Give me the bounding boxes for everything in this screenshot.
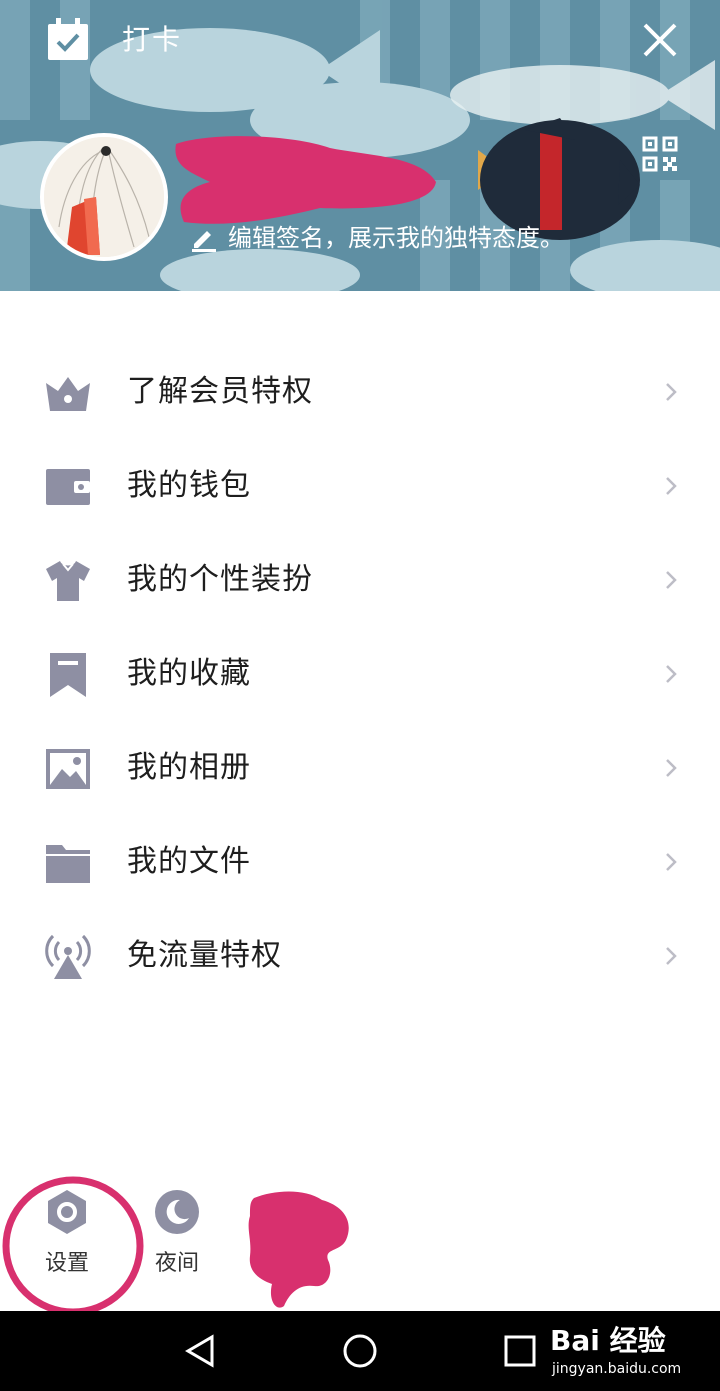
menu-item-label: 我的相册 xyxy=(127,750,251,785)
back-icon[interactable] xyxy=(182,1331,222,1371)
recents-icon[interactable] xyxy=(500,1331,540,1371)
chevron-right-icon xyxy=(666,759,677,777)
menu-item-personal-dressup[interactable]: 我的个性装扮 xyxy=(0,533,720,627)
watermark-subtitle: jingyan.baidu.com xyxy=(552,1361,682,1377)
image-icon xyxy=(46,749,90,789)
edit-pencil-icon xyxy=(192,231,216,252)
menu-item-label: 我的钱包 xyxy=(127,468,251,503)
chevron-right-icon xyxy=(666,383,677,401)
calendar-check-icon xyxy=(48,18,88,60)
chevron-right-icon xyxy=(666,477,677,495)
menu-item-label: 我的收藏 xyxy=(127,656,251,691)
home-icon[interactable] xyxy=(340,1331,380,1371)
night-mode-label: 夜间 xyxy=(154,1251,199,1276)
profile-header: 打卡 编辑签名，展示我的独特态度。 xyxy=(0,0,720,291)
chevron-right-icon xyxy=(666,853,677,871)
chevron-right-icon xyxy=(666,947,677,965)
folder-icon xyxy=(46,845,90,883)
signature-text: 编辑签名，展示我的独特态度。 xyxy=(228,224,564,252)
close-icon[interactable] xyxy=(640,20,680,60)
menu-item-label: 了解会员特权 xyxy=(127,374,313,409)
menu-item-vip-privilege[interactable]: 了解会员特权 xyxy=(0,345,720,439)
crown-icon xyxy=(46,377,90,411)
menu-list: 了解会员特权 我的钱包 我的个性装扮 我的收藏 我的相册 我的文件 免流量特权 xyxy=(0,345,720,1003)
hexagon-settings-icon xyxy=(48,1190,86,1234)
menu-item-album[interactable]: 我的相册 xyxy=(0,721,720,815)
avatar-image xyxy=(44,137,164,257)
bookmark-icon xyxy=(50,653,86,697)
name-redaction-mark xyxy=(175,136,436,224)
baidu-watermark: Bai 经验 jingyan.baidu.com xyxy=(550,1325,690,1385)
menu-item-files[interactable]: 我的文件 xyxy=(0,815,720,909)
avatar[interactable] xyxy=(40,133,168,261)
qr-code-icon[interactable] xyxy=(642,136,678,172)
chevron-right-icon xyxy=(666,571,677,589)
system-navigation-bar: Bai 经验 jingyan.baidu.com xyxy=(0,1311,720,1391)
signature-edit[interactable]: 编辑签名，展示我的独特态度。 xyxy=(190,222,564,254)
tshirt-icon xyxy=(46,561,90,601)
moon-icon xyxy=(155,1190,199,1234)
redaction-blob-mark xyxy=(248,1191,349,1308)
night-mode-button[interactable]: 夜间 xyxy=(132,1188,222,1298)
menu-item-label: 我的文件 xyxy=(127,844,251,879)
watermark-title: Bai 经验 xyxy=(550,1324,666,1357)
checkin-label: 打卡 xyxy=(122,23,183,56)
menu-item-label: 我的个性装扮 xyxy=(127,562,313,597)
menu-item-free-data[interactable]: 免流量特权 xyxy=(0,909,720,1003)
wallet-icon xyxy=(46,469,90,505)
settings-label: 设置 xyxy=(44,1251,89,1276)
checkin-button[interactable]: 打卡 xyxy=(46,18,182,62)
settings-button[interactable]: 设置 xyxy=(22,1188,112,1298)
antenna-icon xyxy=(45,934,91,979)
menu-item-favorites[interactable]: 我的收藏 xyxy=(0,627,720,721)
menu-item-label: 免流量特权 xyxy=(127,938,282,973)
chevron-right-icon xyxy=(666,665,677,683)
menu-item-wallet[interactable]: 我的钱包 xyxy=(0,439,720,533)
